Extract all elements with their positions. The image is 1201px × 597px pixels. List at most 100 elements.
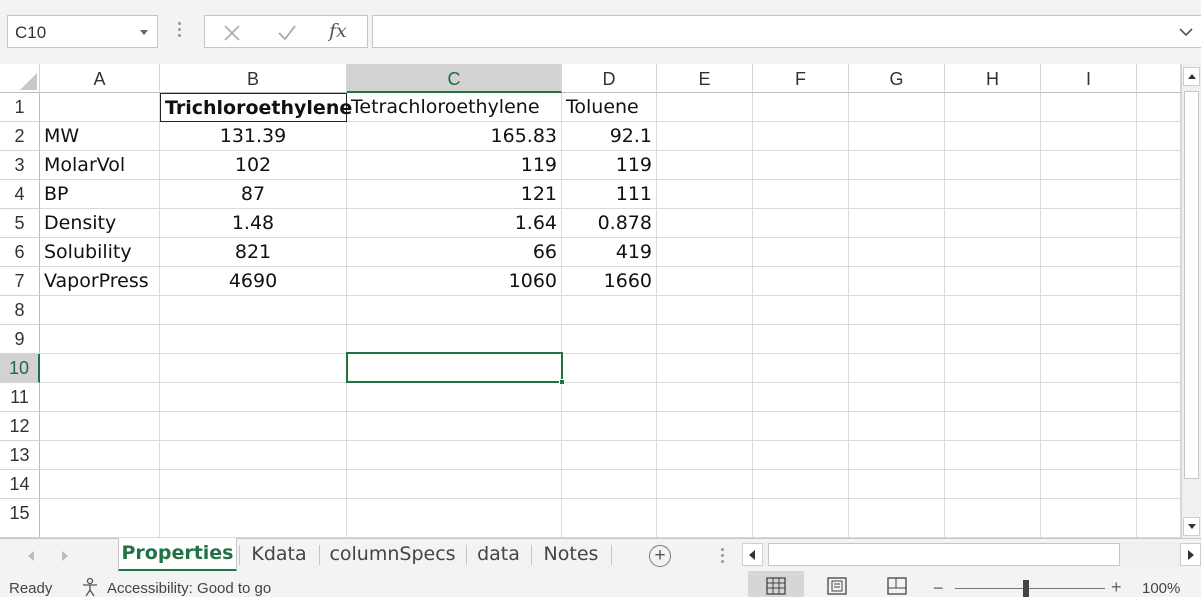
scroll-up-icon[interactable] <box>1183 67 1200 86</box>
cell-f3[interactable] <box>753 151 849 180</box>
sheet-tab-properties[interactable]: Properties <box>118 538 237 572</box>
cell-e5[interactable] <box>657 209 753 238</box>
zoom-level[interactable]: 100% <box>1142 580 1180 597</box>
cell-f12[interactable] <box>753 412 849 441</box>
cell-c14[interactable] <box>347 470 562 499</box>
sheet-tab-notes[interactable]: Notes <box>531 539 611 570</box>
cell-f4[interactable] <box>753 180 849 209</box>
cell-b15[interactable] <box>160 499 347 538</box>
cell-d15[interactable] <box>562 499 657 538</box>
cell-a4[interactable]: BP <box>40 180 160 209</box>
cell-_13[interactable] <box>1137 441 1181 470</box>
column-header-h[interactable]: H <box>945 64 1041 93</box>
cell-h1[interactable] <box>945 93 1041 122</box>
fill-handle[interactable] <box>559 379 565 385</box>
cell-b7[interactable]: 4690 <box>160 267 347 296</box>
cell-h2[interactable] <box>945 122 1041 151</box>
cell-c1[interactable]: Tetrachloroethylene <box>347 93 562 122</box>
cell-a11[interactable] <box>40 383 160 412</box>
cell-a5[interactable]: Density <box>40 209 160 238</box>
cell-c9[interactable] <box>347 325 562 354</box>
cell-b5[interactable]: 1.48 <box>160 209 347 238</box>
cell-e12[interactable] <box>657 412 753 441</box>
cell-c8[interactable] <box>347 296 562 325</box>
zoom-in-button[interactable]: + <box>1111 577 1122 597</box>
cell-d2[interactable]: 92.1 <box>562 122 657 151</box>
row-header-13[interactable]: 13 <box>0 441 40 470</box>
horizontal-scrollbar[interactable] <box>742 542 1201 567</box>
zoom-slider-thumb[interactable] <box>1022 580 1029 597</box>
cell-g2[interactable] <box>849 122 945 151</box>
tab-scroll-left-icon[interactable] <box>28 551 34 561</box>
cell-h14[interactable] <box>945 470 1041 499</box>
formula-input[interactable] <box>372 15 1201 48</box>
scroll-right-icon[interactable] <box>1180 543 1201 566</box>
cell-a6[interactable]: Solubility <box>40 238 160 267</box>
cell-d10[interactable] <box>562 354 657 383</box>
cell-_4[interactable] <box>1137 180 1181 209</box>
column-header-e[interactable]: E <box>657 64 753 93</box>
cell-f9[interactable] <box>753 325 849 354</box>
cell-g1[interactable] <box>849 93 945 122</box>
column-header-partial[interactable] <box>1137 64 1181 93</box>
cell-e1[interactable] <box>657 93 753 122</box>
cell-c6[interactable]: 66 <box>347 238 562 267</box>
expand-formula-icon[interactable] <box>1179 27 1193 37</box>
row-header-12[interactable]: 12 <box>0 412 40 441</box>
cell-d8[interactable] <box>562 296 657 325</box>
cell-e14[interactable] <box>657 470 753 499</box>
row-header-8[interactable]: 8 <box>0 296 40 325</box>
cell-e15[interactable] <box>657 499 753 538</box>
cell-b10[interactable] <box>160 354 347 383</box>
cell-_11[interactable] <box>1137 383 1181 412</box>
cell-f6[interactable] <box>753 238 849 267</box>
cell-_3[interactable] <box>1137 151 1181 180</box>
cell-i8[interactable] <box>1041 296 1137 325</box>
cell-i5[interactable] <box>1041 209 1137 238</box>
row-header-9[interactable]: 9 <box>0 325 40 354</box>
cell-a3[interactable]: MolarVol <box>40 151 160 180</box>
cell-_9[interactable] <box>1137 325 1181 354</box>
cell-h15[interactable] <box>945 499 1041 538</box>
cell-a10[interactable] <box>40 354 160 383</box>
cell-h13[interactable] <box>945 441 1041 470</box>
row-header-15[interactable]: 15 <box>0 499 40 538</box>
accessibility-icon[interactable] <box>80 577 102 597</box>
cell-c13[interactable] <box>347 441 562 470</box>
cell-_14[interactable] <box>1137 470 1181 499</box>
cell-c4[interactable]: 121 <box>347 180 562 209</box>
cell-d11[interactable] <box>562 383 657 412</box>
cell-d14[interactable] <box>562 470 657 499</box>
row-header-1[interactable]: 1 <box>0 93 40 122</box>
cell-b9[interactable] <box>160 325 347 354</box>
cell-i12[interactable] <box>1041 412 1137 441</box>
row-header-2[interactable]: 2 <box>0 122 40 151</box>
cell-c11[interactable] <box>347 383 562 412</box>
cell-i9[interactable] <box>1041 325 1137 354</box>
cell-b14[interactable] <box>160 470 347 499</box>
cell-i14[interactable] <box>1041 470 1137 499</box>
zoom-out-button[interactable]: − <box>933 578 944 597</box>
cell-a7[interactable]: VaporPress <box>40 267 160 296</box>
cell-f2[interactable] <box>753 122 849 151</box>
cell-b12[interactable] <box>160 412 347 441</box>
cell-h7[interactable] <box>945 267 1041 296</box>
row-header-7[interactable]: 7 <box>0 267 40 296</box>
cell-g9[interactable] <box>849 325 945 354</box>
cell-i1[interactable] <box>1041 93 1137 122</box>
column-header-a[interactable]: A <box>40 64 160 93</box>
cell-d6[interactable]: 419 <box>562 238 657 267</box>
cell-e11[interactable] <box>657 383 753 412</box>
cell-d5[interactable]: 0.878 <box>562 209 657 238</box>
more-icon[interactable] <box>177 22 183 42</box>
sheet-tab-columnspecs[interactable]: columnSpecs <box>319 539 466 570</box>
cell-i4[interactable] <box>1041 180 1137 209</box>
cell-e13[interactable] <box>657 441 753 470</box>
cell-f14[interactable] <box>753 470 849 499</box>
cell-b6[interactable]: 821 <box>160 238 347 267</box>
cell-i11[interactable] <box>1041 383 1137 412</box>
cell-c3[interactable]: 119 <box>347 151 562 180</box>
cell-i15[interactable] <box>1041 499 1137 538</box>
cell-e10[interactable] <box>657 354 753 383</box>
cell-d7[interactable]: 1660 <box>562 267 657 296</box>
